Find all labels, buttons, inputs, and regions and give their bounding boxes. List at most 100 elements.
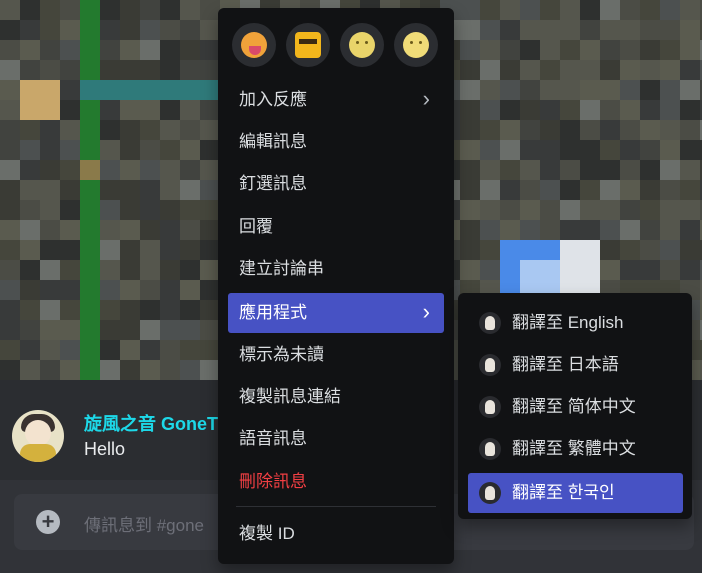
menu-divider — [236, 506, 436, 507]
mosaic-cell — [500, 180, 521, 201]
mosaic-cell — [160, 20, 181, 41]
submenu-item-translate-english[interactable]: 翻譯至 English — [468, 303, 683, 343]
mosaic-cell — [180, 360, 201, 380]
mosaic-cell — [0, 300, 21, 321]
mosaic-cell — [600, 180, 621, 201]
mosaic-cell — [480, 20, 501, 41]
mosaic-cell — [100, 260, 121, 281]
mosaic-cell — [60, 200, 81, 221]
message-input-placeholder[interactable]: 傳訊息到 #gone — [84, 511, 204, 536]
mosaic-cell — [640, 100, 661, 121]
translator-bot-icon — [479, 396, 501, 418]
mosaic-cell — [560, 240, 581, 261]
mosaic-cell — [80, 220, 101, 241]
mosaic-cell — [20, 20, 41, 41]
mosaic-cell — [660, 20, 681, 41]
mosaic-cell — [140, 320, 161, 341]
menu-item-reply[interactable]: 回覆 — [228, 207, 444, 247]
menu-item-copy-id[interactable]: 複製 ID — [228, 514, 444, 554]
mosaic-cell — [520, 20, 541, 41]
mosaic-cell — [580, 140, 601, 161]
mosaic-cell — [520, 240, 541, 261]
submenu-item-translate-traditional-chinese[interactable]: 翻譯至 繁體中文 — [468, 429, 683, 469]
mosaic-cell — [60, 300, 81, 321]
message-context-menu: 加入反應 › 編輯訊息 釘選訊息 回覆 建立討論串 應用程式 › 標示為未讀 複… — [218, 8, 454, 564]
submenu-item-label: 翻譯至 English — [512, 313, 624, 332]
mosaic-cell — [460, 240, 481, 261]
reaction-button[interactable] — [394, 23, 438, 67]
menu-item-copy-message-link[interactable]: 複製訊息連結 — [228, 377, 444, 417]
menu-item-label: 回覆 — [239, 217, 273, 236]
mosaic-cell — [160, 240, 181, 261]
mosaic-cell — [580, 240, 601, 261]
mosaic-cell — [620, 100, 641, 121]
mosaic-cell — [120, 220, 141, 241]
mosaic-cell — [600, 220, 621, 241]
menu-item-pin-message[interactable]: 釘選訊息 — [228, 164, 444, 204]
menu-item-edit-message[interactable]: 編輯訊息 — [228, 122, 444, 162]
mosaic-cell — [140, 120, 161, 141]
mosaic-cell — [60, 180, 81, 201]
mosaic-cell — [140, 300, 161, 321]
menu-item-label: 建立討論串 — [239, 259, 324, 278]
mosaic-cell — [40, 180, 61, 201]
mosaic-cell — [500, 200, 521, 221]
mosaic-cell — [640, 220, 661, 241]
mosaic-cell — [520, 60, 541, 81]
menu-item-add-reaction[interactable]: 加入反應 › — [228, 80, 444, 120]
mosaic-cell — [680, 180, 701, 201]
mosaic-cell — [620, 240, 641, 261]
mosaic-cell — [520, 120, 541, 141]
reaction-button[interactable] — [232, 23, 276, 67]
mosaic-cell — [480, 180, 501, 201]
mosaic-cell — [480, 220, 501, 241]
menu-item-label: 應用程式 — [239, 303, 307, 322]
menu-item-create-thread[interactable]: 建立討論串 — [228, 249, 444, 289]
mosaic-cell — [140, 40, 161, 61]
mosaic-cell — [560, 100, 581, 121]
mosaic-cell — [500, 100, 521, 121]
mosaic-cell — [60, 260, 81, 281]
mosaic-cell — [480, 160, 501, 181]
avatar[interactable] — [12, 410, 64, 462]
mosaic-cell — [680, 40, 701, 61]
neutral-face-emoji-icon — [403, 32, 429, 58]
mosaic-cell — [460, 60, 481, 81]
menu-item-apps[interactable]: 應用程式 › — [228, 293, 444, 333]
mosaic-cell — [60, 20, 81, 41]
apps-submenu: 翻譯至 English 翻譯至 日本語 翻譯至 简体中文 翻譯至 繁體中文 翻譯… — [458, 293, 692, 519]
submenu-item-translate-japanese[interactable]: 翻譯至 日本語 — [468, 345, 683, 385]
translator-bot-icon — [479, 354, 501, 376]
menu-item-voice-message[interactable]: 語音訊息 — [228, 419, 444, 459]
mosaic-cell — [20, 120, 41, 141]
mosaic-cell — [140, 100, 161, 121]
mosaic-cell — [20, 280, 41, 301]
reaction-button[interactable] — [286, 23, 330, 67]
menu-item-label: 釘選訊息 — [239, 174, 307, 193]
mosaic-cell — [80, 180, 101, 201]
mosaic-cell — [120, 320, 141, 341]
mosaic-cell — [180, 80, 201, 101]
mosaic-cell — [180, 280, 201, 301]
menu-item-mark-unread[interactable]: 標示為未讀 — [228, 335, 444, 375]
mosaic-cell — [40, 360, 61, 380]
menu-item-delete-message[interactable]: 刪除訊息 — [228, 462, 444, 502]
mosaic-cell — [180, 300, 201, 321]
mosaic-cell — [560, 80, 581, 101]
reaction-button[interactable] — [340, 23, 384, 67]
mosaic-cell — [20, 300, 41, 321]
mosaic-cell — [600, 0, 621, 21]
submenu-item-translate-simplified-chinese[interactable]: 翻譯至 简体中文 — [468, 387, 683, 427]
mosaic-cell — [540, 40, 561, 61]
mosaic-cell — [540, 160, 561, 181]
mosaic-cell — [520, 80, 541, 101]
menu-item-label: 複製訊息連結 — [239, 387, 341, 406]
mosaic-cell — [560, 20, 581, 41]
message-username[interactable]: 旋風之音 GoneT — [84, 410, 218, 436]
plus-icon[interactable]: + — [36, 510, 60, 534]
mosaic-cell — [580, 180, 601, 201]
submenu-item-translate-korean[interactable]: 翻譯至 한국인 — [468, 473, 683, 513]
mosaic-cell — [0, 160, 21, 181]
mosaic-cell — [140, 180, 161, 201]
mosaic-cell — [120, 300, 141, 321]
